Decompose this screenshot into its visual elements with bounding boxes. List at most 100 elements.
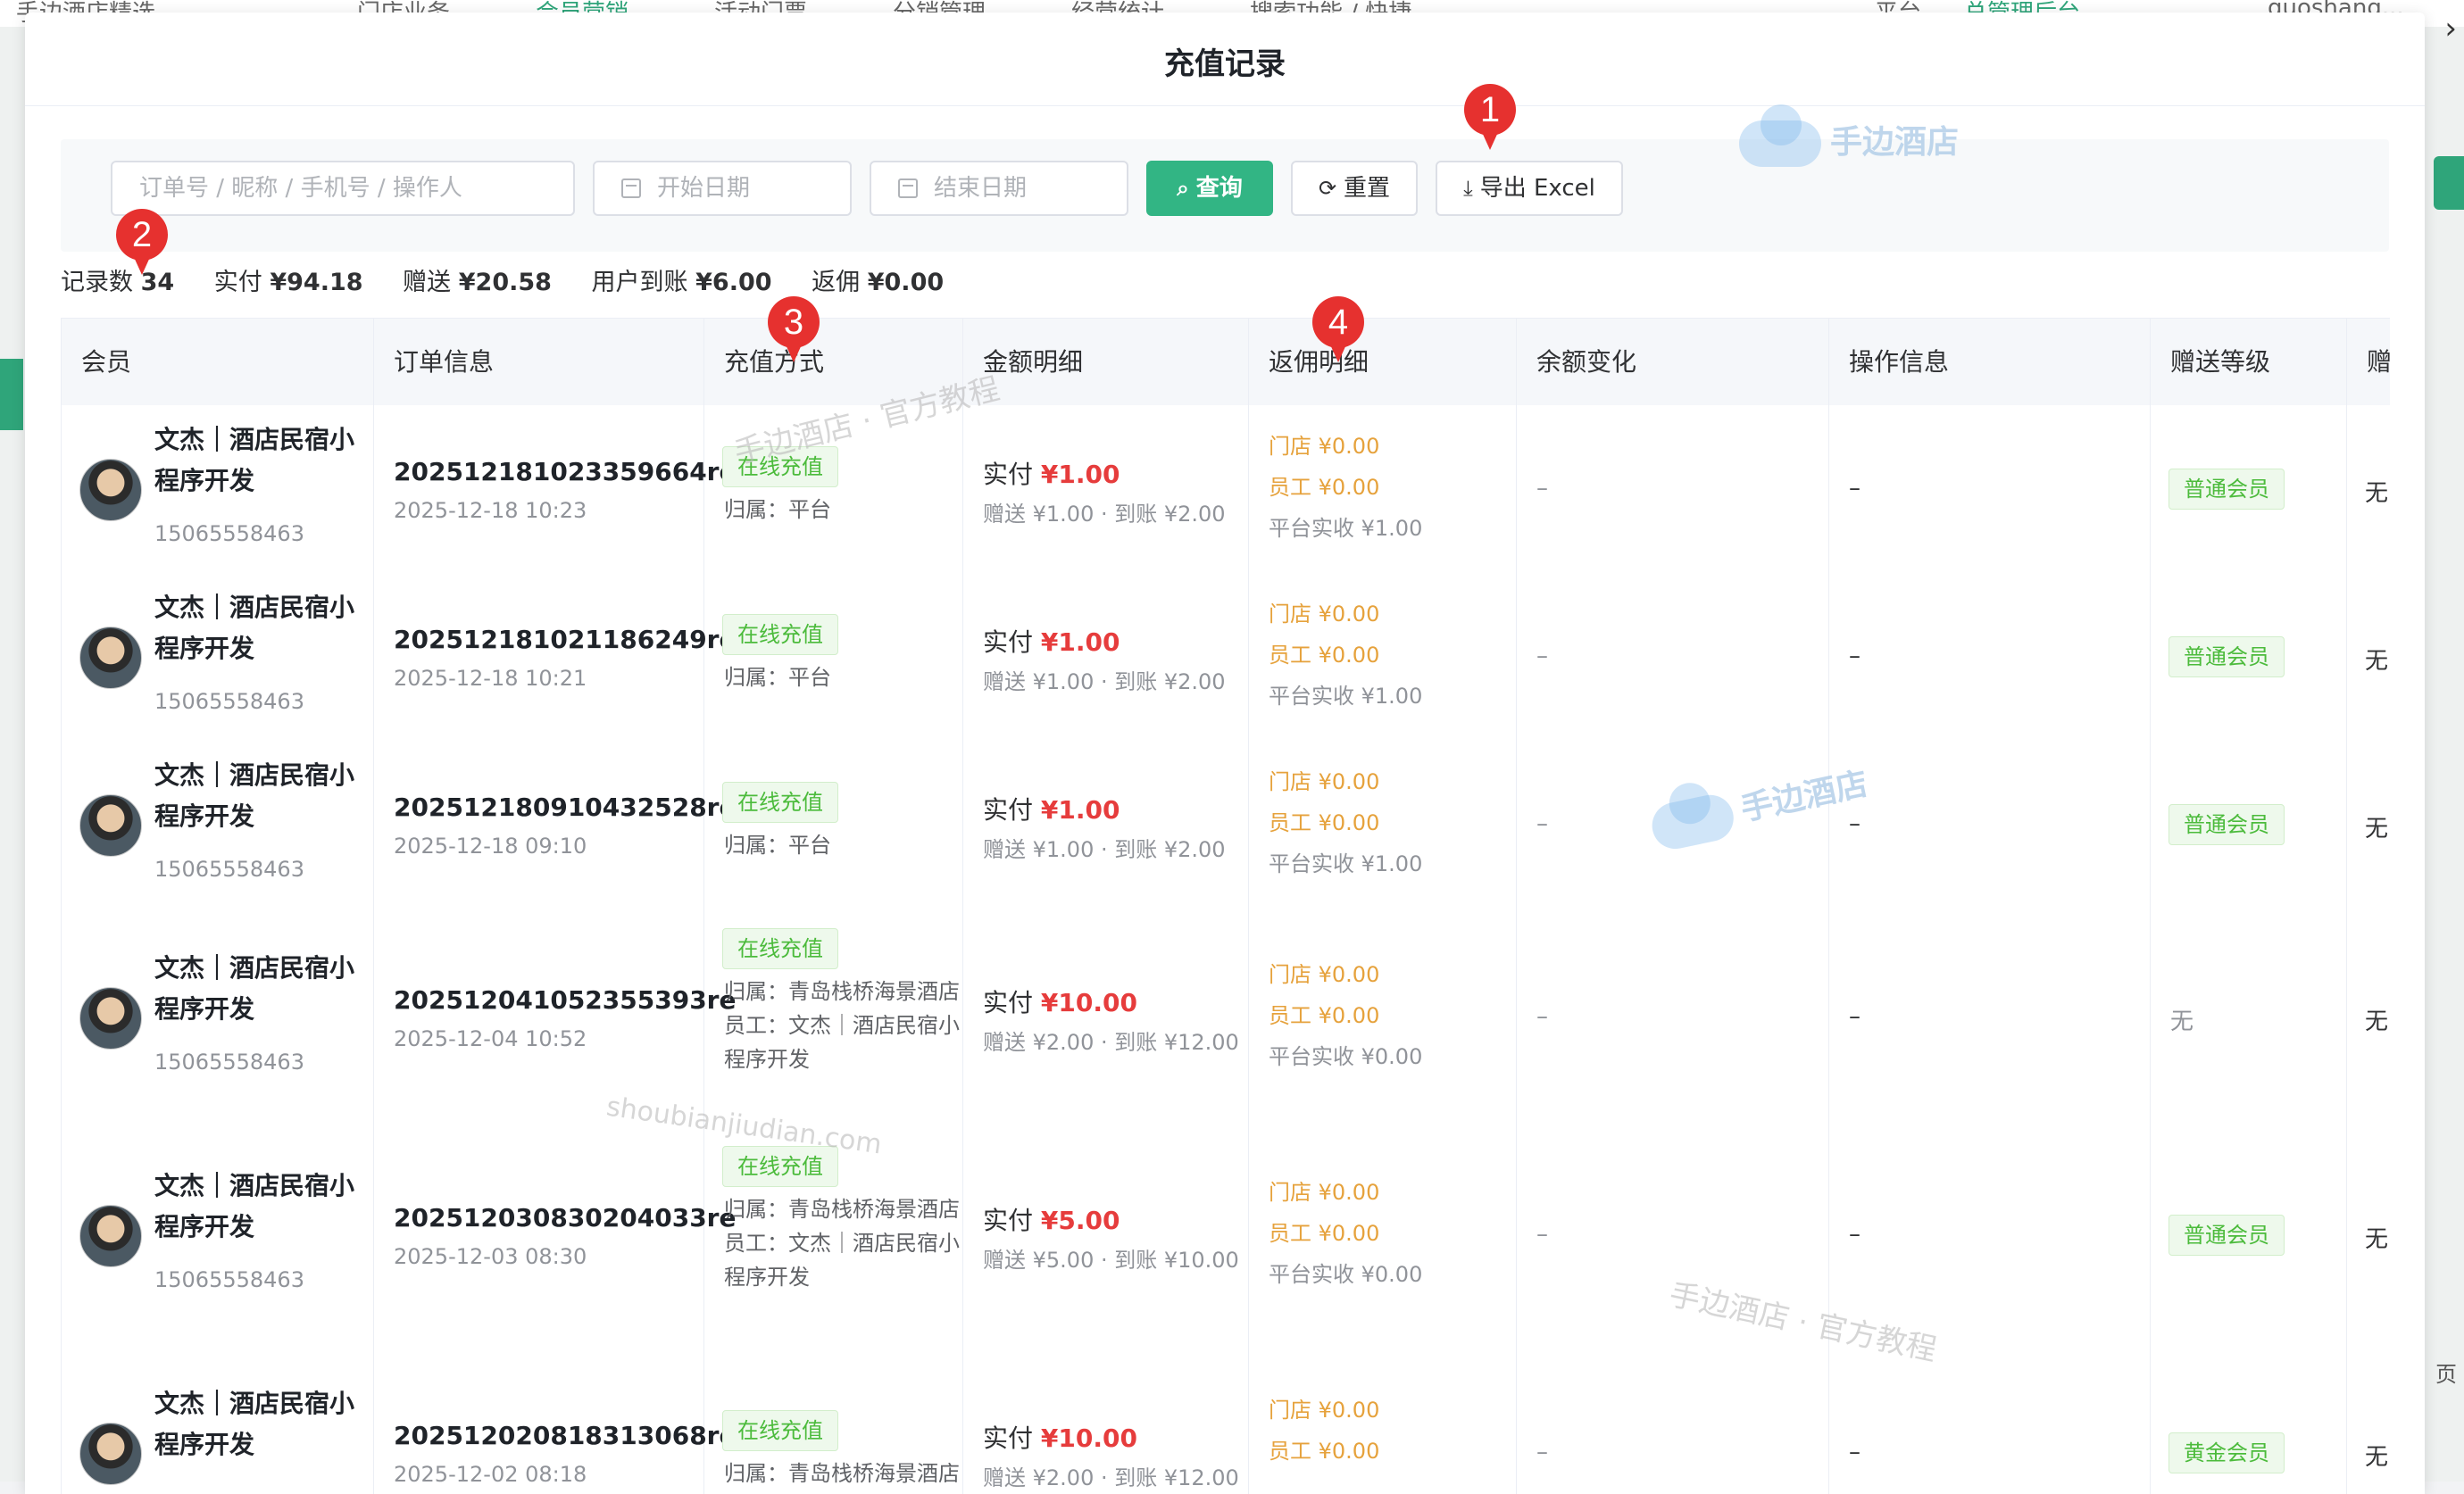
table-row[interactable]: 文杰｜酒店民宿小程序开发 202512020818313068re 2025-1… — [62, 1344, 2390, 1494]
belong-text: 归属：平台 — [724, 665, 831, 690]
column-gift-extra: 赠 — [2347, 319, 2390, 406]
table-row[interactable]: 文杰｜酒店民宿小程序开发 15065558463 202512041052355… — [62, 909, 2390, 1127]
cell-level: 普通会员 — [2151, 741, 2347, 909]
cell-operation: – — [1829, 573, 2151, 741]
gift-extra: 无 — [2365, 480, 2389, 507]
gift-extra: 无 — [2365, 1226, 2389, 1253]
cell-gift-extra: 无 — [2347, 741, 2390, 909]
summary-bar: 记录数 34 实付 ¥94.18 赠送 ¥20.58 用户到账 ¥6.00 返佣… — [61, 262, 976, 316]
method-tag: 在线充值 — [722, 782, 838, 823]
staff-commission: 员工 ¥0.00 — [1269, 1439, 1380, 1464]
calendar-icon — [898, 178, 918, 198]
operation-info: – — [1849, 1439, 1860, 1465]
search-placeholder: 订单号 / 昵称 / 手机号 / 操作人 — [139, 175, 462, 202]
avatar[interactable] — [79, 1423, 142, 1485]
gift-extra: 无 — [2365, 1008, 2389, 1035]
search-input[interactable]: 订单号 / 昵称 / 手机号 / 操作人 — [111, 161, 575, 216]
order-number: 202512180910432528re — [394, 793, 737, 822]
column-balance: 余额变化 — [1517, 319, 1829, 406]
table-row[interactable]: 文杰｜酒店民宿小程序开发 15065558463 202512030830204… — [62, 1126, 2390, 1345]
member-name: 文杰｜酒店民宿小程序开发 — [154, 953, 355, 1024]
table-row[interactable]: 文杰｜酒店民宿小程序开发 15065558463 202512181021186… — [62, 573, 2390, 742]
cell-order: 2025121810233596​64re 2025-12-18 10:23 — [374, 405, 736, 573]
belong-info: 归属：平台 — [724, 493, 960, 527]
order-time: 2025-12-18 10:21 — [394, 666, 587, 691]
cell-member: 文杰｜酒店民宿小程序开发 — [62, 1344, 374, 1494]
staff-commission: 员工 ¥0.00 — [1269, 643, 1380, 668]
cell-amount: 实付 ¥5.00 赠送 ¥5.00 · 到账 ¥10.00 — [963, 1126, 1249, 1344]
reset-label: 重置 — [1344, 175, 1391, 202]
background-right-edge: › 页 — [2425, 11, 2464, 1482]
background-sidebar — [0, 27, 25, 1482]
balance-change: – — [1536, 1003, 1548, 1030]
recharge-records-modal: 充值记录 订单号 / 昵称 / 手机号 / 操作人 开始日期 结束日期 ⌕ 查询 … — [25, 12, 2425, 1494]
start-date-picker[interactable]: 开始日期 — [593, 161, 852, 216]
avatar[interactable] — [79, 987, 142, 1050]
method-tag: 在线充值 — [722, 614, 838, 655]
table-row[interactable]: 文杰｜酒店民宿小程序开发 15065558463 202512180910432… — [62, 741, 2390, 909]
cell-commission: 门店 ¥0.00 员工 ¥0.00 平台实收 ¥1.00 — [1249, 405, 1517, 573]
column-level: 赠送等级 — [2151, 319, 2347, 406]
belong-text: 归属：青岛栈桥海景酒店 — [724, 1461, 960, 1486]
query-button[interactable]: ⌕ 查询 — [1146, 161, 1273, 216]
member-name: 文杰｜酒店民宿小程序开发 — [154, 425, 355, 495]
order-time: 2025-12-03 08:30 — [394, 1244, 587, 1269]
gift-extra: 无 — [2365, 1444, 2389, 1471]
paid-amount: 实付 ¥1.00 — [983, 460, 1120, 489]
balance-change: – — [1536, 1439, 1548, 1465]
order-time: 2025-12-18 10:23 — [394, 498, 587, 523]
platform-income: 平台实收 ¥0.00 — [1269, 1044, 1423, 1069]
order-number: 202512020818313068re — [394, 1421, 737, 1450]
cell-gift-extra: 无 — [2347, 909, 2390, 1126]
store-commission: 门店 ¥0.00 — [1269, 1180, 1380, 1205]
staff-text: 员工：文杰｜酒店民宿小程序开发 — [724, 1013, 960, 1072]
avatar[interactable] — [79, 459, 142, 521]
store-commission: 门店 ¥0.00 — [1269, 769, 1380, 794]
order-time: 2025-12-02 08:18 — [394, 1462, 587, 1487]
store-commission: 门店 ¥0.00 — [1269, 602, 1380, 627]
cell-method: 在线充值 归属：平台 — [704, 741, 963, 909]
member-name: 文杰｜酒店民宿小程序开发 — [154, 1171, 355, 1241]
cell-gift-extra: 无 — [2347, 1126, 2390, 1344]
end-date-picker[interactable]: 结束日期 — [870, 161, 1128, 216]
cloud-logo-icon — [1739, 104, 1821, 167]
paid-amount: 实付 ¥5.00 — [983, 1206, 1120, 1235]
belong-info: 归属：青岛栈桥海景酒店 — [724, 1457, 960, 1490]
cell-method: 在线充值 归属：平台 — [704, 405, 963, 573]
cell-balance: – — [1517, 573, 1829, 741]
column-amount: 金额明细 — [963, 319, 1249, 406]
table-row[interactable]: 文杰｜酒店民宿小程序开发 15065558463 202512181023359… — [62, 405, 2390, 574]
cell-operation: – — [1829, 1344, 2151, 1494]
gift-detail: 赠送 ¥1.00 · 到账 ¥2.00 — [983, 837, 1226, 862]
operation-info: – — [1849, 1003, 1860, 1030]
member-phone: 15065558463 — [154, 1267, 304, 1292]
cell-commission: 门店 ¥0.00 员工 ¥0.00 — [1249, 1344, 1517, 1494]
member-phone: 15065558463 — [154, 857, 304, 882]
cell-method: 在线充值 归属：青岛栈桥海景酒店 员工：文杰｜酒店民宿小程序开发 — [704, 1126, 963, 1344]
cell-member: 文杰｜酒店民宿小程序开发 15065558463 — [62, 405, 374, 573]
close-icon[interactable]: › — [2444, 11, 2457, 46]
avatar[interactable] — [79, 1205, 142, 1267]
annotation-badge-2: 2 — [116, 209, 168, 275]
avatar[interactable] — [79, 627, 142, 689]
export-excel-button[interactable]: ⤓ 导出 Excel — [1436, 161, 1623, 216]
column-commission: 返佣明细 — [1249, 319, 1517, 406]
records-table: 会员 订单信息 充值方式 金额明细 返佣明细 余额变化 操作信息 赠送等级 赠 … — [61, 318, 2390, 1494]
belong-text: 归属：青岛栈桥海景酒店 — [724, 1197, 960, 1222]
belong-text: 归属：平台 — [724, 833, 831, 858]
avatar[interactable] — [79, 794, 142, 857]
reset-button[interactable]: ⟳ 重置 — [1291, 161, 1418, 216]
cell-balance: – — [1517, 1126, 1829, 1344]
summary-count: 记录数 34 — [61, 269, 175, 296]
start-date-placeholder: 开始日期 — [657, 175, 751, 202]
cell-commission: 门店 ¥0.00 员工 ¥0.00 平台实收 ¥1.00 — [1249, 573, 1517, 741]
filter-bar: 订单号 / 昵称 / 手机号 / 操作人 开始日期 结束日期 ⌕ 查询 ⟳ 重置 ⤓… — [61, 139, 2389, 252]
refresh-icon: ⟳ — [1318, 176, 1337, 201]
member-phone: 15065558463 — [154, 689, 304, 714]
cell-member: 文杰｜酒店民宿小程序开发 15065558463 — [62, 1126, 374, 1344]
end-date-placeholder: 结束日期 — [934, 175, 1028, 202]
annotation-badge-3: 3 — [768, 296, 820, 362]
cell-level: 无 — [2151, 909, 2347, 1126]
method-tag: 在线充值 — [722, 928, 838, 969]
column-member: 会员 — [62, 319, 374, 406]
